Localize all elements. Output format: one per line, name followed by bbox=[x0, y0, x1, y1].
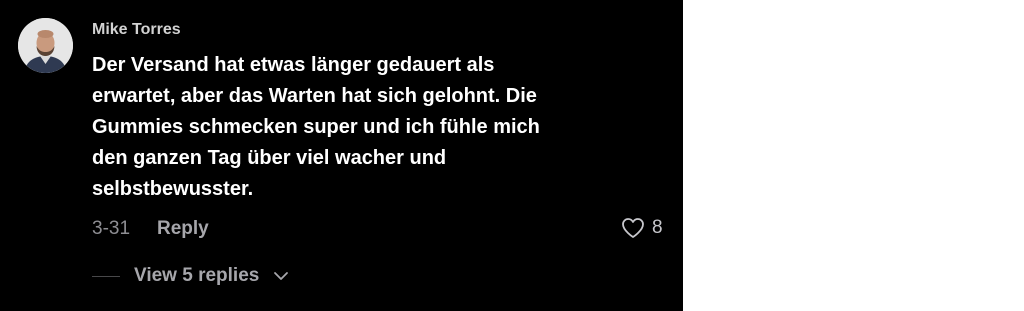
comment-date: 3-31 bbox=[92, 218, 131, 239]
comment-author[interactable]: Mike Torres bbox=[92, 21, 181, 39]
replies-divider bbox=[92, 276, 120, 277]
view-replies-button[interactable]: View 5 replies bbox=[134, 265, 289, 287]
comment-text: Der Versand hat etwas länger gedauert al… bbox=[92, 54, 540, 200]
chevron-down-icon bbox=[274, 272, 289, 280]
heart-outline-icon bbox=[622, 218, 644, 238]
reply-button[interactable]: Reply bbox=[157, 218, 209, 240]
avatar[interactable] bbox=[18, 18, 73, 73]
comment-card: Mike Torres Der Versand hat etwas länger… bbox=[0, 0, 683, 311]
view-replies-label: View 5 replies bbox=[134, 265, 260, 286]
like-button[interactable]: 8 bbox=[621, 217, 663, 239]
like-count: 8 bbox=[652, 217, 663, 238]
avatar-image bbox=[18, 18, 73, 73]
